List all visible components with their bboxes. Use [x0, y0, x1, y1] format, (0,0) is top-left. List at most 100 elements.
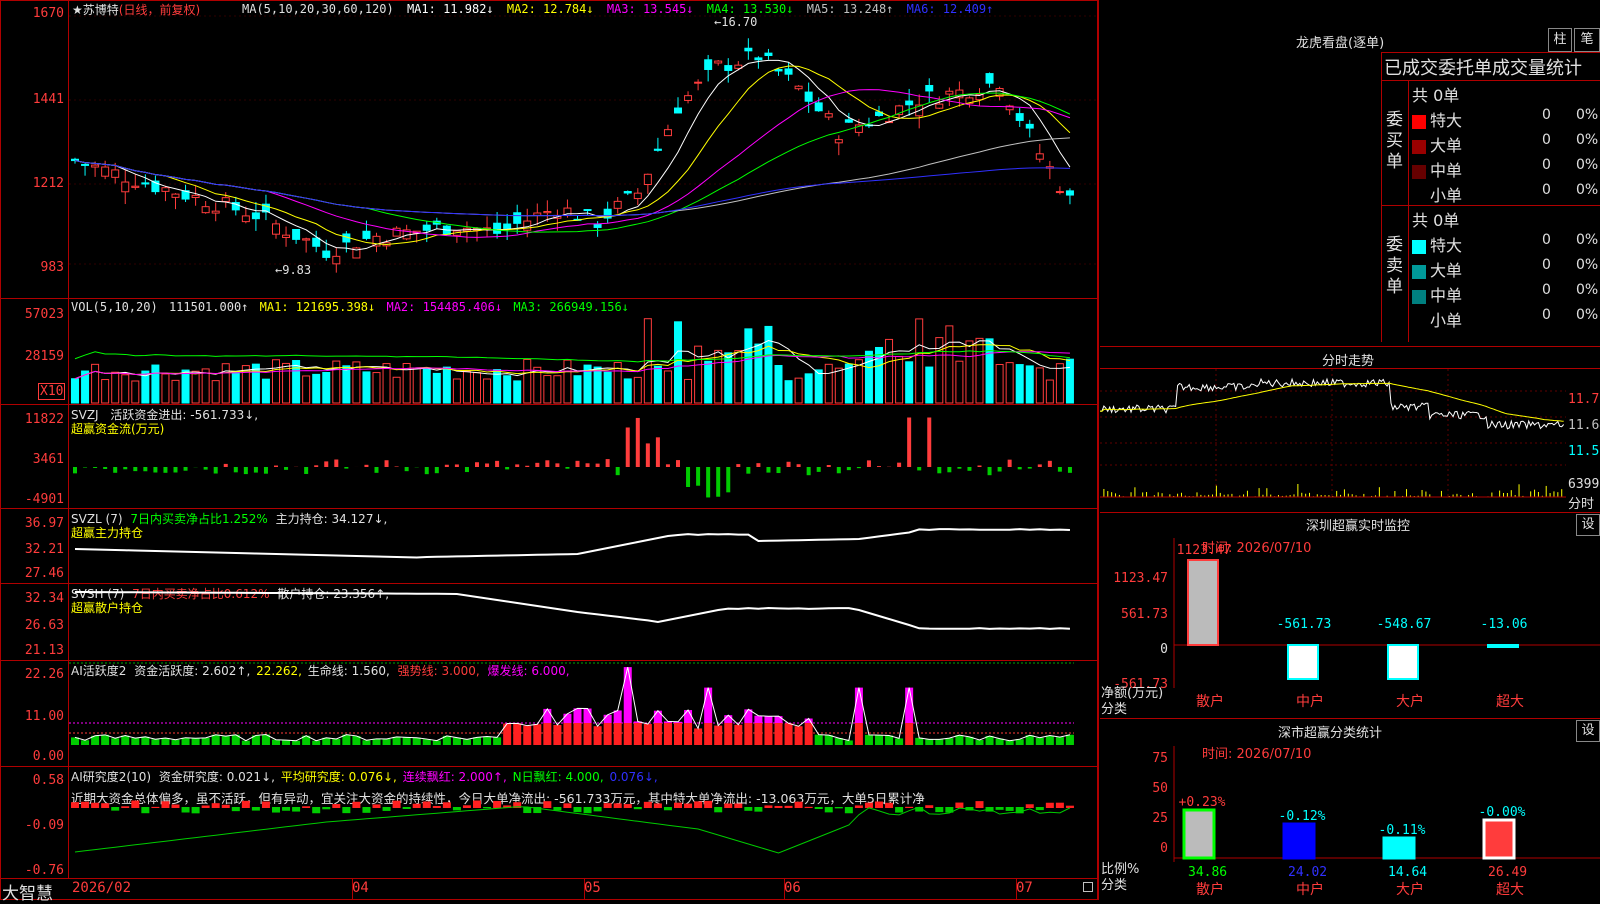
activity-bar: [754, 723, 762, 745]
volume-bar: [122, 375, 129, 403]
activity-bar: [383, 739, 391, 745]
activity-bar: [764, 716, 772, 723]
divider: [0, 878, 1098, 879]
research-bar: [151, 807, 159, 808]
y-tick: 0.58: [0, 773, 64, 788]
research-bar: [724, 803, 732, 808]
flow-bar: [616, 467, 620, 475]
y-tick: -4901: [0, 492, 64, 507]
order-pct: 0%: [1576, 132, 1598, 148]
research-bar: [1066, 806, 1074, 808]
y-tick: 1212: [0, 176, 64, 191]
volume-bar: [323, 373, 330, 403]
y-tick: 21.13: [0, 643, 64, 658]
bar-mode-button[interactable]: 柱: [1548, 28, 1572, 52]
research-bar: [704, 801, 712, 808]
y-tick: 26.63: [0, 618, 64, 633]
research-bar: [373, 804, 381, 808]
bar-value: -548.67: [1377, 617, 1432, 632]
activity-bar: [584, 709, 592, 723]
candle: [273, 224, 280, 234]
color-swatch: [1412, 165, 1426, 179]
volume-chart[interactable]: [69, 299, 1097, 404]
volume-bar: [845, 364, 852, 403]
candle: [333, 256, 340, 263]
volume-bar: [1056, 364, 1063, 403]
flow-bar: [1048, 461, 1052, 467]
activity-bar: [604, 715, 612, 723]
volume-bar: [664, 371, 671, 403]
order-count: 0: [1542, 257, 1551, 273]
flow-bar: [153, 467, 157, 473]
flow-bar: [224, 464, 228, 467]
volume-bar: [172, 380, 179, 403]
tick-mode-button[interactable]: 笔: [1574, 28, 1600, 52]
activity-line: [75, 667, 1070, 741]
research-bar: [393, 801, 401, 808]
category-label: 中户: [1296, 881, 1324, 898]
lhb-title: 龙虎看盘(逐单): [1296, 32, 1384, 51]
activity-bar: [885, 735, 893, 745]
flow-bar: [937, 467, 941, 473]
category-label: 散户: [1196, 881, 1224, 898]
flow-bar: [284, 467, 288, 470]
flow-bar: [766, 467, 770, 473]
activity-bar: [282, 740, 290, 745]
candle: [1056, 192, 1063, 193]
research-bar: [805, 807, 813, 808]
candle: [303, 239, 310, 240]
activity-bar: [1006, 741, 1014, 745]
intraday-chart[interactable]: [1100, 369, 1566, 509]
intraday-vol: 6399: [1568, 477, 1599, 492]
flow-bar: [897, 463, 901, 467]
order-type: 特大: [1430, 111, 1462, 130]
research-chart[interactable]: [69, 767, 1097, 878]
flow-bar: [505, 467, 509, 469]
order-type: 特大: [1430, 236, 1462, 255]
retail-chart[interactable]: [69, 584, 1097, 660]
volume-bar: [252, 364, 259, 403]
order-row: 特大: [1412, 107, 1462, 131]
flow-bar: [656, 437, 660, 467]
activity-bar: [1046, 736, 1054, 745]
activity-bar: [1056, 737, 1064, 745]
activity-bar: [976, 740, 984, 745]
bar-value: -13.06: [1481, 617, 1528, 632]
flow-bar: [837, 467, 841, 473]
candle: [122, 182, 129, 192]
research-bar: [101, 803, 109, 808]
candle: [725, 66, 732, 71]
candle: [363, 231, 370, 238]
research-bar: [865, 803, 873, 808]
holding-line: [75, 529, 1070, 557]
candlestick-chart[interactable]: [69, 0, 1097, 298]
activity-bar: [764, 723, 772, 745]
candle: [172, 194, 179, 197]
candle: [986, 74, 993, 84]
sz-net-chart[interactable]: 1123.47561.730-561.731123.47散户-561.73中户-…: [1100, 530, 1600, 716]
capital-flow-chart[interactable]: [69, 405, 1097, 508]
ratio-bar: [1184, 810, 1214, 858]
activity-chart[interactable]: [69, 661, 1097, 766]
activity-bar: [533, 724, 541, 745]
research-bar: [644, 802, 652, 808]
activity-bar: [212, 735, 220, 745]
order-count: 0: [1542, 182, 1551, 198]
main-force-chart[interactable]: [69, 509, 1097, 583]
research-bar: [815, 807, 823, 809]
research-bar: [91, 803, 99, 808]
order-row: 特大: [1412, 232, 1462, 256]
volume-bar: [755, 344, 762, 403]
research-bar: [885, 803, 893, 808]
candle: [654, 149, 661, 150]
stats-tabs[interactable]: 已成交委托单成交量统计: [1384, 54, 1582, 80]
ma-line: [75, 161, 1070, 216]
cls-ratio-chart[interactable]: 7550250+0.23%34.86散户-0.12%24.02中户-0.11%1…: [1100, 738, 1600, 900]
flow-bar: [555, 463, 559, 467]
divider: [1098, 0, 1099, 900]
order-count: 0: [1542, 132, 1551, 148]
research-bar: [795, 802, 803, 808]
order-type: 大单: [1430, 136, 1462, 155]
lock-icon[interactable]: [1083, 882, 1093, 892]
candle: [192, 195, 199, 197]
